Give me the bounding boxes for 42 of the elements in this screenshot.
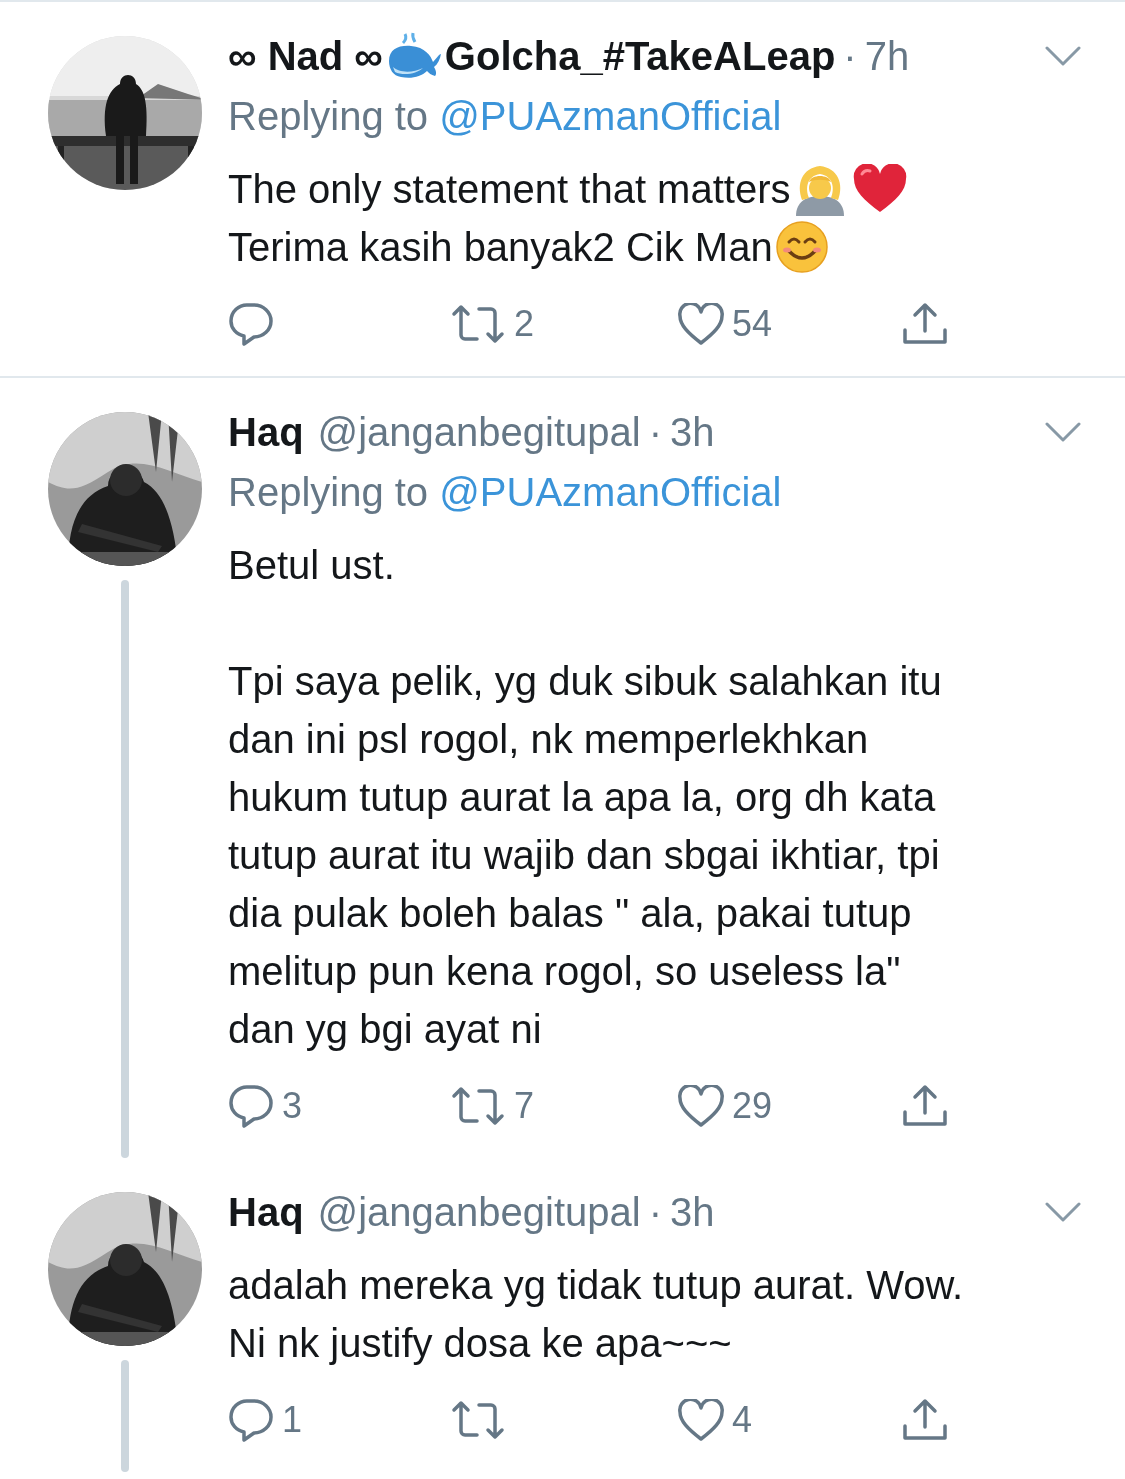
count: 4 (732, 1399, 753, 1441)
reply-icon[interactable] (228, 1084, 274, 1128)
separator-dot: · (648, 409, 662, 455)
timestamp: 3h (670, 1189, 715, 1235)
tweet-text: adalah mereka yg tidak tutup aurat. Wow. Ni nk justify dosa ke apa~~~ (228, 1262, 964, 1367)
retweet-icon[interactable] (450, 304, 506, 344)
retweet-icon[interactable] (450, 1400, 506, 1440)
share-icon[interactable] (902, 1398, 948, 1442)
timestamp: 7h (864, 33, 910, 79)
heart-icon[interactable] (678, 1085, 724, 1127)
count: 29 (732, 1085, 773, 1127)
heart-icon[interactable] (678, 1399, 724, 1441)
count: 1 (282, 1399, 303, 1441)
share-icon[interactable] (902, 302, 948, 346)
user-handle[interactable]: @janganbegitupal (317, 409, 641, 455)
chevron-down-icon[interactable] (1045, 422, 1081, 442)
count: 3 (282, 1085, 303, 1127)
count: 54 (732, 303, 773, 345)
reply-icon[interactable] (228, 302, 274, 346)
heart-icon[interactable] (678, 303, 724, 345)
display-name[interactable]: Haq (228, 1189, 304, 1235)
display-name[interactable]: ∞ Nad ∞ (228, 33, 383, 79)
tweet-text: Terima kasih banyak2 Cik Man (228, 224, 773, 271)
display-name[interactable]: Haq (228, 409, 304, 455)
smiling-face-icon (774, 220, 829, 274)
timestamp: 3h (670, 409, 715, 455)
chevron-down-icon[interactable] (1045, 46, 1081, 66)
user-handle[interactable]: @janganbegitupal (317, 1189, 641, 1235)
chevron-down-icon[interactable] (1045, 1202, 1081, 1222)
tweet-text: Betul ust. Tpi saya pelik, yg duk sibuk salahkan itu dan ini psl rogol, nk memperlekhkan hukum tutup aurat la apa la, org dh kata tutup aurat itu wajib dan sbgai ikhtiar, tpi dia pulak boleh balas " ala, pakai tutup melitup pun kena rogol, so useless la" dan yg bgi ayat ni (228, 542, 942, 1053)
retweet-icon[interactable] (450, 1086, 506, 1126)
count: 7 (514, 1085, 535, 1127)
separator-dot: · (843, 33, 857, 79)
heart-emoji-icon (852, 164, 909, 214)
replying-to-text: Replying to @PUAzmanOfficial (228, 469, 783, 516)
display-name[interactable]: Golcha_#TakeALeap (444, 33, 836, 79)
reply-icon[interactable] (228, 1398, 274, 1442)
replying-to-text: Replying to @PUAzmanOfficial (228, 93, 783, 140)
separator-dot: · (648, 1189, 662, 1235)
tweet-text: The only statement that matters (228, 166, 791, 213)
share-icon[interactable] (902, 1084, 948, 1128)
count: 2 (514, 303, 535, 345)
